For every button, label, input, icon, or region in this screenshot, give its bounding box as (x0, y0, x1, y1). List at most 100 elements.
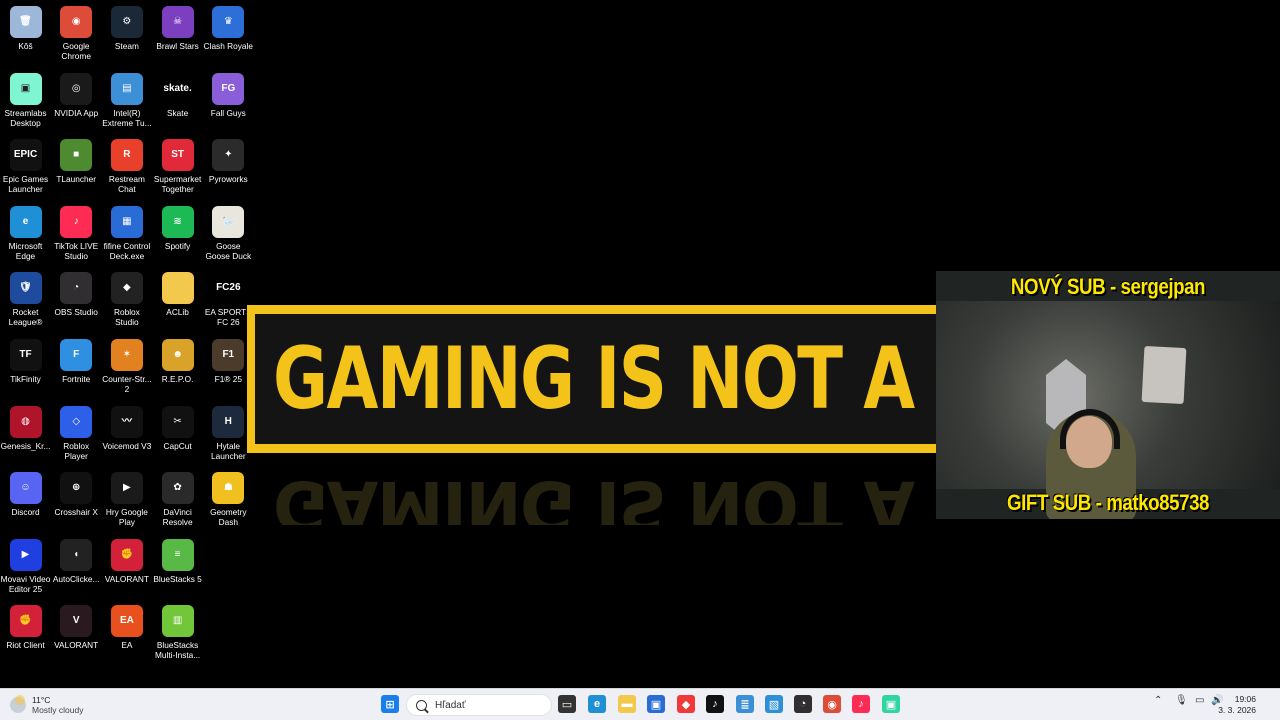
fall-guys-icon: FG (212, 72, 245, 105)
recycle-bin-icon: 🗑 (9, 6, 42, 38)
tiktok-live-icon: ♪ (60, 205, 93, 238)
desktop-shortcut[interactable]: R Restream Chat (101, 135, 152, 199)
desktop-icon-grid: 🗑 Kôš ◉ Google Chrome ⚙ Steam ☠ Brawl Stars ♛ Cla… (0, 0, 260, 688)
tiktok-icon[interactable]: ♪ (706, 695, 724, 713)
desktop-shortcut[interactable]: ■ TLauncher (51, 135, 102, 199)
taskbar: 11°C Mostly cloudy ⊞ Hľadať ▭ e ▬ ▣ ◆ ♪ ≣ ▧ ◔ ◉ ♪ ▣… (0, 688, 1280, 720)
desktop-shortcut-label: OBS Studio (54, 307, 98, 318)
desktop-shortcut[interactable]: ✿ DaVinci Resolve (152, 468, 203, 532)
desktop-shortcut[interactable]: ▣ Streamlabs Desktop (0, 69, 51, 133)
notepad-icon[interactable]: ≣ (736, 695, 754, 713)
network-icon[interactable]: ▭ (1195, 695, 1204, 706)
clock[interactable]: 19:06 3. 3. 2026 (1218, 694, 1256, 716)
edge-icon[interactable]: e (588, 695, 606, 713)
roblox-player-icon: ◇ (60, 405, 93, 438)
desktop-shortcut[interactable]: ♪ TikTok LIVE Studio (51, 202, 102, 266)
chrome-icon[interactable]: ◉ (823, 695, 841, 713)
google-play-games-icon: ▶ (110, 472, 143, 505)
desktop-shortcut[interactable]: ✂ CapCut (152, 402, 203, 466)
pyroworks-icon: ✦ (212, 139, 245, 172)
cloudy-weather-icon (10, 695, 26, 713)
desktop-shortcut[interactable]: EPIC Epic Games Launcher (0, 135, 51, 199)
desktop-shortcut[interactable]: ◔ OBS Studio (51, 268, 102, 332)
roblox-studio-icon: ◆ (110, 272, 143, 305)
desktop-shortcut-label: Kôš (18, 41, 33, 51)
desktop-shortcut[interactable]: ▤ Intel(R) Extreme Tu... (101, 69, 152, 133)
desktop-shortcut[interactable]: e Microsoft Edge (0, 202, 51, 266)
desktop-shortcut[interactable]: ▶ Hry Google Play (101, 468, 152, 532)
desktop-shortcut[interactable]: FG Fall Guys (203, 69, 254, 133)
tikfinity-icon: TF (9, 339, 42, 371)
desktop-shortcut[interactable]: 〰 Voicemod V3 (101, 402, 152, 466)
desktop-shortcut[interactable]: ◍ Genesis_Kr... (0, 402, 51, 466)
search-icon (416, 699, 427, 711)
desktop-shortcut-label: Supermarket Together (153, 174, 202, 195)
desktop-shortcut[interactable]: ◖ AutoClicke... (51, 535, 102, 599)
desktop-shortcut[interactable]: ▦ fifine Control Deck.exe (101, 202, 152, 266)
desktop-shortcut[interactable]: ☠ Brawl Stars (152, 2, 203, 66)
desktop-shortcut-label: Goose Goose Duck (205, 240, 252, 261)
desktop-shortcut[interactable]: ◎ NVIDIA App (51, 69, 102, 133)
clash-royale-icon: ♛ (212, 6, 245, 38)
geometry-dash-icon: ☗ (212, 472, 245, 505)
desktop-shortcut[interactable]: ☻ R.E.P.O. (152, 335, 203, 399)
search-placeholder: Hľadať (435, 699, 466, 711)
desktop-shortcut-label: BlueStacks Multi-Insta... (155, 640, 201, 661)
obs-icon[interactable]: ◔ (794, 695, 812, 713)
desktop-shortcut[interactable]: ⊕ Crosshair X (51, 468, 102, 532)
crosshair-icon: ⊕ (60, 472, 93, 505)
diamond-app-icon[interactable]: ◆ (677, 695, 695, 713)
streamlabs-icon[interactable]: ▣ (882, 695, 900, 713)
weather-widget[interactable]: 11°C Mostly cloudy (10, 693, 84, 717)
restream-icon: R (110, 139, 143, 172)
desktop-shortcut[interactable]: ▥ BlueStacks Multi-Insta... (152, 601, 203, 665)
search-box[interactable]: Hľadať (406, 694, 552, 716)
skate-icon: skate. (161, 72, 194, 105)
desktop-shortcut[interactable]: ◆ Roblox Studio (101, 268, 152, 332)
desktop-shortcut[interactable]: ✊ Riot Client (0, 601, 51, 665)
desktop-shortcut-label: Counter-Str... 2 (102, 374, 152, 394)
desktop-shortcut[interactable]: ▶ Movavi Video Editor 25 (0, 535, 51, 599)
davinci-icon: ✿ (161, 472, 194, 505)
desktop-shortcut[interactable]: V VALORANT (51, 601, 102, 665)
desktop-shortcut-label: NVIDIA App (54, 107, 99, 118)
desktop-shortcut[interactable]: ST Supermarket Together (152, 135, 203, 199)
desktop-shortcut[interactable]: 🦢 Goose Goose Duck (203, 202, 254, 266)
desktop-shortcut[interactable]: EA EA (101, 601, 152, 665)
desktop-shortcut[interactable]: ≋ Spotify (152, 202, 203, 266)
desktop-shortcut[interactable]: skate. Skate (152, 69, 203, 133)
desktop-shortcut[interactable]: ✊ VALORANT (101, 535, 152, 599)
photos-icon[interactable]: ▧ (765, 695, 783, 713)
chevron-up-icon[interactable]: ⌃ (1154, 695, 1162, 706)
desktop-shortcut[interactable]: 🗑 Kôš (0, 2, 51, 66)
tiktok-live-icon[interactable]: ♪ (852, 695, 870, 713)
windows-start-icon[interactable]: ⊞ (381, 695, 399, 713)
desktop-shortcut-label: Roblox Player (63, 440, 90, 461)
file-explorer-icon[interactable]: ▬ (618, 695, 636, 713)
clock-date: 3. 3. 2026 (1218, 705, 1256, 715)
desktop-shortcut[interactable]: F Fortnite (51, 335, 102, 399)
task-view-icon[interactable]: ▭ (558, 695, 576, 713)
goose-icon: 🦢 (212, 205, 245, 238)
microphone-icon[interactable]: 🎙 (1175, 695, 1188, 706)
new-sub-caption: NOVÝ SUB - sergejpan (1010, 274, 1206, 299)
desktop-shortcut-label: fifine Control Deck.exe (103, 240, 151, 261)
desktop-shortcut[interactable]: 🛡 Rocket League® (0, 268, 51, 332)
desktop-shortcut[interactable]: ☺ Discord (0, 468, 51, 532)
desktop-shortcut[interactable]: ◉ Google Chrome (51, 2, 102, 66)
desktop-shortcut[interactable]: ♛ Clash Royale (203, 2, 254, 66)
store-icon[interactable]: ▣ (647, 695, 665, 713)
desktop-shortcut[interactable]: ✶ Counter-Str... 2 (101, 335, 152, 399)
desktop-shortcut-label: EA (121, 640, 133, 651)
desktop-shortcut[interactable]: ≡ BlueStacks 5 (152, 535, 203, 599)
desktop-shortcut[interactable]: ACLib (152, 268, 203, 332)
desktop-shortcut-label: Epic Games Launcher (2, 174, 49, 195)
desktop-shortcut-label: TLauncher (56, 174, 97, 185)
clock-time: 19:06 (1234, 694, 1256, 704)
desktop-shortcut-label: VALORANT (54, 640, 99, 651)
desktop-shortcut[interactable]: ✦ Pyroworks (203, 135, 254, 199)
edge-icon: e (9, 205, 42, 238)
desktop-shortcut[interactable]: ◇ Roblox Player (51, 402, 102, 466)
desktop-shortcut[interactable]: ⚙ Steam (101, 2, 152, 66)
desktop-shortcut[interactable]: TF TikFinity (0, 335, 51, 399)
